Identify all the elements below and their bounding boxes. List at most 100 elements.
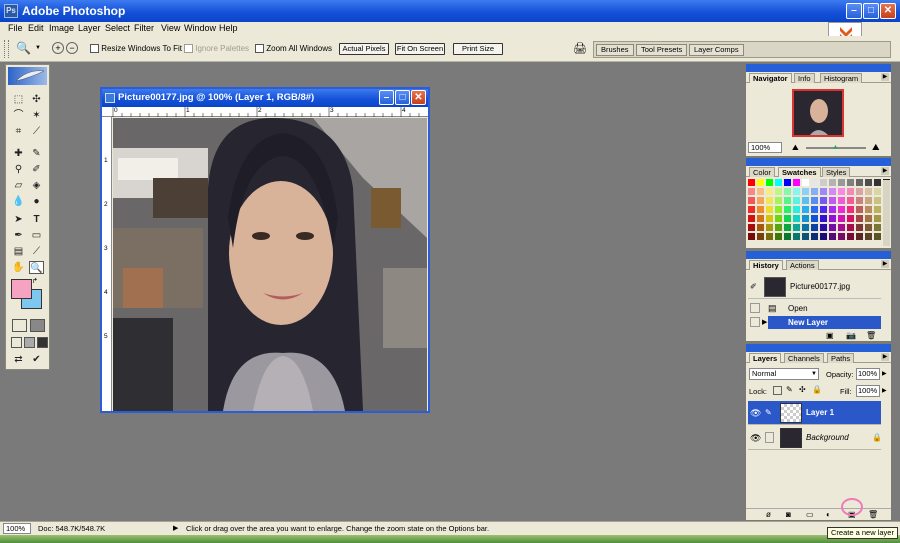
zoom-out-icon[interactable]: − [66,42,78,54]
tab-navigator[interactable]: Navigator [749,73,792,83]
swatch[interactable] [856,233,864,241]
doc-maximize-icon[interactable]: □ [395,90,410,105]
swatch[interactable] [775,233,783,241]
layers-menu-icon[interactable]: ▶ [881,353,889,361]
well-tab-brushes[interactable]: Brushes [596,44,634,56]
swatch[interactable] [757,188,765,196]
tab-history[interactable]: History [749,260,783,270]
tab-histogram[interactable]: Histogram [820,73,863,83]
document-window[interactable]: Picture00177.jpg @ 100% (Layer 1, RGB/8#… [100,87,430,413]
lock-all-icon[interactable]: 🔒 [812,385,822,394]
opacity-slider-icon[interactable]: ▶ [882,370,887,377]
navigator-slider-handle-icon[interactable]: ▲ [832,144,839,151]
swatch[interactable] [748,179,756,187]
swatch[interactable] [766,188,774,196]
vertical-ruler[interactable]: 1 2 3 4 5 [102,117,112,411]
screen-mode-full-icon[interactable] [37,337,48,348]
swatch[interactable] [784,179,792,187]
layer-row-layer-1[interactable]: 👁 ✎ Layer 1 [748,401,881,425]
fill-slider-icon[interactable]: ▶ [882,387,887,394]
history-new-document-icon[interactable]: ▣ [826,331,834,340]
blur-tool-icon[interactable]: 💧 [11,195,26,208]
layers-panel-header[interactable] [746,344,891,352]
resize-windows-checkbox[interactable]: Resize Windows To Fit [90,44,182,54]
swatch[interactable] [847,206,855,214]
swatch[interactable] [757,215,765,223]
swatch[interactable] [793,206,801,214]
swatch[interactable] [811,215,819,223]
navigator-menu-icon[interactable]: ▶ [881,73,889,81]
navigator-zoom-in-icon[interactable]: ⛰ [872,142,880,153]
tab-layers[interactable]: Layers [749,353,782,363]
swatch[interactable] [757,224,765,232]
layer-row-background[interactable]: 👁 Background 🔒 [748,426,882,450]
fill-input[interactable]: 100% [856,385,880,397]
magic-wand-icon[interactable]: ✶ [29,109,44,122]
navigator-zoom-out-icon[interactable]: ⛰ [792,143,799,153]
menu-help[interactable]: Help [219,23,238,33]
ignore-palettes-box[interactable] [184,44,193,54]
tab-color[interactable]: Color [749,167,775,177]
menu-file[interactable]: File [8,23,23,33]
swatch[interactable] [847,188,855,196]
brush-link-icon[interactable]: ✎ [765,401,772,425]
swatch[interactable] [766,215,774,223]
swatches-menu-icon[interactable]: ▶ [881,167,889,175]
swatch[interactable] [811,233,819,241]
swatch[interactable] [856,188,864,196]
zoom-in-icon[interactable]: + [52,42,64,54]
swatch[interactable] [874,206,882,214]
lock-transparent-icon[interactable] [773,386,782,395]
imageready-icon[interactable]: ✔ [29,353,44,366]
hand-tool-icon[interactable]: ✋ [11,261,26,274]
swatch[interactable] [748,224,756,232]
resize-windows-box[interactable] [90,44,99,54]
swatch[interactable] [811,197,819,205]
swatch[interactable] [820,206,828,214]
swatch[interactable] [784,197,792,205]
swatch[interactable] [820,179,828,187]
swatch[interactable] [757,206,765,214]
menu-filter[interactable]: Filter [134,23,154,33]
swatch[interactable] [856,179,864,187]
zoom-all-checkbox[interactable]: Zoom All Windows [255,44,332,54]
swatch[interactable] [865,197,873,205]
swatch[interactable] [829,224,837,232]
fit-on-screen-button[interactable]: Fit On Screen [395,43,445,55]
brush-tool-icon[interactable]: ✎ [29,147,44,160]
swatch[interactable] [829,179,837,187]
swatch[interactable] [802,224,810,232]
actual-pixels-button[interactable]: Actual Pixels [339,43,389,55]
swatch[interactable] [829,215,837,223]
tab-info[interactable]: Info [794,73,815,83]
lock-image-icon[interactable]: ✎ [786,385,793,394]
swatch-grid[interactable] [748,179,891,247]
swatch[interactable] [793,233,801,241]
menu-view[interactable]: View [161,23,180,33]
swatch[interactable] [775,215,783,223]
swatch[interactable] [748,188,756,196]
swatch[interactable] [829,188,837,196]
eye-visibility-icon[interactable]: 👁 [750,426,761,450]
swatch[interactable] [757,197,765,205]
history-checkbox[interactable] [750,317,760,327]
slice-tool-icon[interactable]: ⟋ [29,125,44,138]
status-menu-icon[interactable]: ▶ [173,524,178,532]
swatch[interactable] [874,224,882,232]
swatch[interactable] [856,215,864,223]
zoom-tool-active-icon[interactable]: 🔍 [29,261,44,274]
menu-layer[interactable]: Layer [78,23,101,33]
history-item-new-layer[interactable]: ▶ New Layer [748,316,881,329]
swatch[interactable] [757,233,765,241]
navigator-thumbnail[interactable] [792,89,844,137]
swatch[interactable] [829,197,837,205]
swatch[interactable] [829,233,837,241]
swatch[interactable] [748,197,756,205]
swatch[interactable] [829,206,837,214]
history-menu-icon[interactable]: ▶ [881,260,889,268]
swatch[interactable] [865,206,873,214]
document-title-bar[interactable]: Picture00177.jpg @ 100% (Layer 1, RGB/8#… [102,89,428,107]
swatch[interactable] [784,233,792,241]
notes-tool-icon[interactable]: ▤ [11,245,26,258]
swatch[interactable] [766,197,774,205]
